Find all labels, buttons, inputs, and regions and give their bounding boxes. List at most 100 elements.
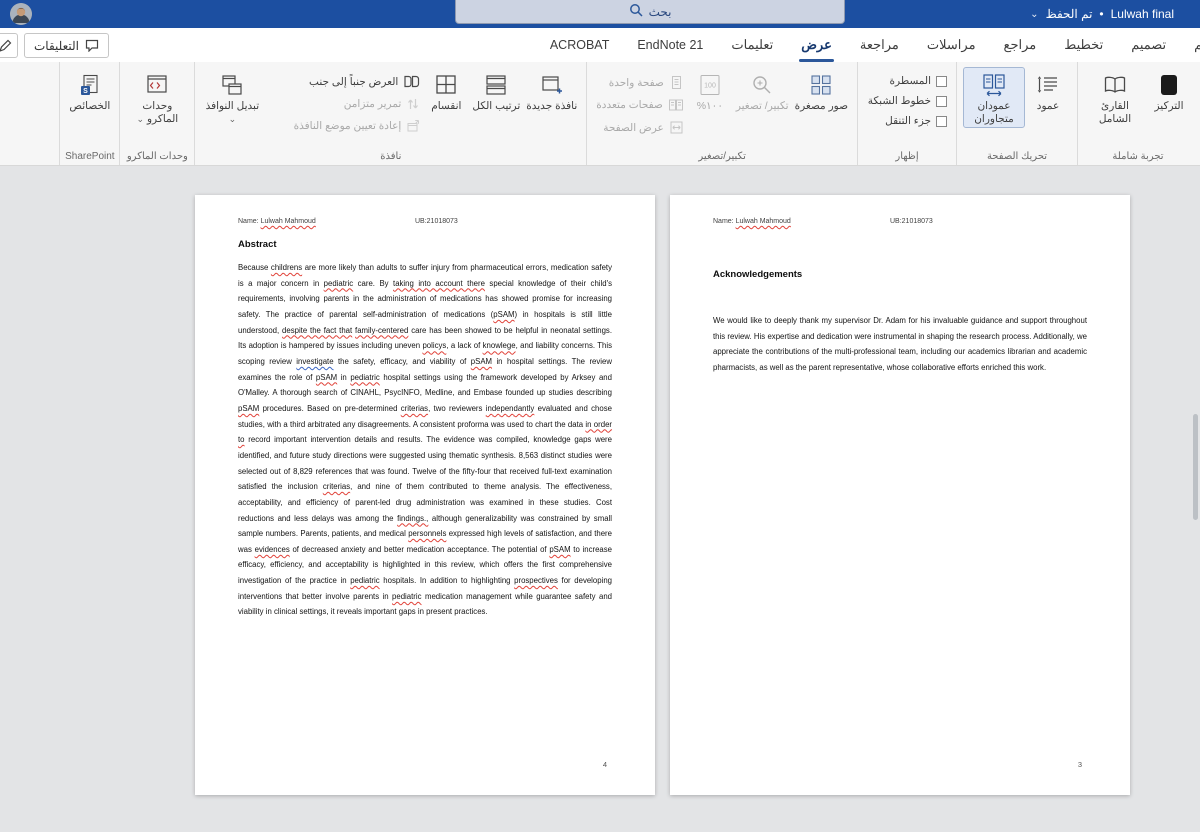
properties-icon: S <box>78 70 102 100</box>
immersive-reader-button[interactable]: القارئ الشامل <box>1084 67 1146 128</box>
search-label: بحث <box>649 5 672 19</box>
vertical-button[interactable]: عمود <box>1025 67 1071 116</box>
comments-label: التعليقات <box>34 39 79 53</box>
abstract-body: Because childrens are more likely than a… <box>238 260 612 620</box>
split-button[interactable]: انقسام <box>423 67 469 116</box>
search-box[interactable]: بحث <box>455 0 845 24</box>
ribbon-tabs: رسم تصميم تخطيط مراجع مراسلات مراجعة عرض… <box>536 28 1200 62</box>
properties-button[interactable]: S الخصائص <box>66 67 113 116</box>
group-label-macros: وحدات الماكرو <box>120 151 194 162</box>
page-width-icon <box>669 120 684 135</box>
switch-windows-button[interactable]: تبديل النوافذ ⌄ <box>201 67 263 128</box>
chevron-down-icon: ⌄ <box>136 114 144 124</box>
synchronous-scrolling-button[interactable]: تمرير متزامن <box>263 95 423 113</box>
magnifier-icon <box>750 70 774 100</box>
title-separator: • <box>1099 7 1103 21</box>
side-to-side-button[interactable]: عمودان متجاوران <box>963 67 1025 128</box>
page-width-button[interactable]: عرض الصفحة <box>593 118 687 137</box>
tab-endnote[interactable]: EndNote 21 <box>623 28 717 62</box>
sync-scroll-icon <box>406 97 420 111</box>
thumbnails-grid-icon <box>809 70 833 100</box>
document-title: Lulwah final <box>1111 7 1174 21</box>
document-page-4[interactable]: Name: Lulwah Mahmoud UB:21018073 Abstrac… <box>195 195 655 795</box>
tab-design[interactable]: تصميم <box>1117 28 1180 62</box>
person-icon <box>10 3 32 25</box>
editing-mode-badge[interactable] <box>0 33 18 58</box>
header-id: UB:21018073 <box>890 218 933 225</box>
chevron-down-icon: ⌄ <box>229 114 237 124</box>
svg-text:S: S <box>83 88 88 95</box>
one-page-icon <box>669 75 684 90</box>
reset-window-position-button[interactable]: إعادة تعيين موضع النافذة <box>263 117 423 135</box>
tab-references[interactable]: مراجع <box>990 28 1051 62</box>
ruler-checkbox[interactable]: المسطرة <box>864 73 950 89</box>
vertical-scrollbar[interactable] <box>1193 414 1198 520</box>
page-number: 4 <box>603 760 607 769</box>
side-by-side-icon <box>403 75 420 89</box>
tab-review[interactable]: مراجعة <box>846 28 913 62</box>
header-name: Name: Lulwah Mahmoud <box>238 218 415 225</box>
gridlines-checkbox[interactable]: خطوط الشبكة <box>864 93 950 109</box>
tab-layout[interactable]: تخطيط <box>1050 28 1117 62</box>
switch-windows-icon <box>220 70 244 100</box>
acknowledgements-body: We would like to deeply thank my supervi… <box>713 313 1087 376</box>
save-status[interactable]: تم الحفظ <box>1046 7 1093 21</box>
header-name: Name: Lulwah Mahmoud <box>713 218 890 225</box>
zoom-button[interactable]: تكبير/ تصغير <box>733 67 792 116</box>
thumbnails-button[interactable]: صور مصغرة <box>792 67 851 116</box>
tab-mailings[interactable]: مراسلات <box>913 28 990 62</box>
group-zoom: صور مصغرة تكبير/ تصغير 100 ١٠٠% صفحة واح… <box>586 62 857 165</box>
arrange-all-button[interactable]: ترتيب الكل <box>469 67 523 116</box>
view-side-by-side-button[interactable]: العرض جنباً إلى جنب <box>263 73 423 91</box>
navigation-pane-checkbox[interactable]: جزء التنقل <box>864 113 950 129</box>
new-window-icon <box>540 70 564 100</box>
tab-view[interactable]: عرض <box>787 28 846 62</box>
group-immersive-experience: التركيز القارئ الشامل تجربة شاملة <box>1077 62 1198 165</box>
tab-acrobat[interactable]: ACROBAT <box>536 28 624 62</box>
macros-icon <box>145 70 169 100</box>
one-page-button[interactable]: صفحة واحدة <box>593 73 687 92</box>
page-number: 3 <box>1078 760 1082 769</box>
ribbon-view-tab: التركيز القارئ الشامل تجربة شاملة عمود ع… <box>0 62 1200 166</box>
chevron-down-icon[interactable]: ⌄ <box>1030 9 1038 20</box>
document-page-3[interactable]: Name: Lulwah Mahmoud UB:21018073 Acknowl… <box>670 195 1130 795</box>
tab-help[interactable]: تعليمات <box>717 28 787 62</box>
reset-window-icon <box>406 119 420 133</box>
group-label-window: نافذة <box>195 151 586 162</box>
arrange-all-icon <box>484 70 508 100</box>
checkbox-icon <box>936 96 947 107</box>
checkbox-icon <box>936 116 947 127</box>
group-label-movement: تحريك الصفحة <box>957 151 1077 162</box>
tab-draw[interactable]: رسم <box>1180 28 1200 62</box>
group-label-zoom: تكبير/تصغير <box>587 151 857 162</box>
focus-button[interactable]: التركيز <box>1146 67 1192 116</box>
side-to-side-icon <box>981 70 1007 100</box>
group-window: نافذة جديدة ترتيب الكل انقسام العرض جنبا… <box>194 62 586 165</box>
group-show: المسطرة خطوط الشبكة جزء التنقل إظهار <box>857 62 956 165</box>
ribbon-tab-row: رسم تصميم تخطيط مراجع مراسلات مراجعة عرض… <box>0 28 1200 62</box>
focus-icon <box>1158 70 1180 100</box>
titlebar: بحث Lulwah final • تم الحفظ ⌄ <box>0 0 1200 28</box>
group-macros: وحدات الماكرو ⌄ وحدات الماكرو <box>119 62 194 165</box>
split-window-icon <box>434 70 458 100</box>
page-header: Name: Lulwah Mahmoud UB:21018073 <box>713 218 1087 225</box>
new-window-button[interactable]: نافذة جديدة <box>523 67 580 116</box>
comments-button[interactable]: التعليقات <box>24 33 109 58</box>
multiple-pages-button[interactable]: صفحات متعددة <box>593 96 687 114</box>
group-page-movement: عمود عمودان متجاوران تحريك الصفحة <box>956 62 1077 165</box>
heading-abstract: Abstract <box>238 239 612 250</box>
open-book-icon <box>1102 70 1128 100</box>
macros-button[interactable]: وحدات الماكرو ⌄ <box>126 67 188 128</box>
pencil-icon <box>0 39 12 53</box>
header-id: UB:21018073 <box>415 218 458 225</box>
heading-acknowledgements: Acknowledgements <box>713 269 1087 280</box>
group-label-sharepoint: SharePoint <box>60 151 119 162</box>
group-label-show: إظهار <box>858 151 956 162</box>
document-canvas: Name: Lulwah Mahmoud UB:21018073 Acknowl… <box>0 166 1200 832</box>
user-avatar[interactable] <box>10 3 32 25</box>
title-cluster: Lulwah final • تم الحفظ ⌄ <box>1030 0 1174 28</box>
group-sharepoint: S الخصائص SharePoint <box>59 62 119 165</box>
svg-text:100: 100 <box>704 83 716 90</box>
zoom-100-icon: 100 <box>698 70 722 100</box>
zoom-100-button[interactable]: 100 ١٠٠% <box>687 67 733 116</box>
